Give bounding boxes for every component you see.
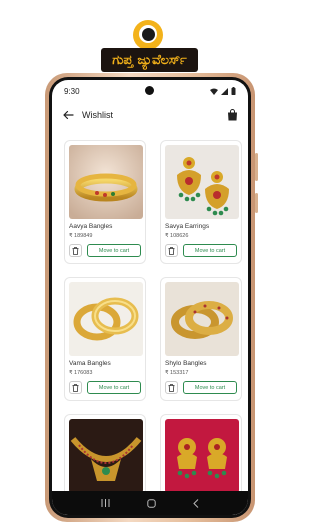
move-to-cart-button[interactable]: Move to cart: [87, 244, 141, 257]
product-name: Shylo Bangles: [165, 360, 207, 367]
volume-button: [255, 153, 258, 181]
trash-icon: [72, 246, 79, 255]
trash-icon: [72, 383, 79, 392]
wishlist-card[interactable]: Aavya Bangles ₹ 189849 Move to cart: [64, 140, 146, 264]
move-to-cart-button[interactable]: Move to cart: [183, 244, 237, 257]
recents-icon[interactable]: [101, 499, 110, 507]
remove-button[interactable]: [165, 244, 178, 257]
product-image[interactable]: [165, 419, 239, 493]
product-image[interactable]: [165, 282, 239, 356]
wifi-icon: [210, 88, 218, 95]
wishlist-card[interactable]: Vama Bangles ₹ 176083 Move to cart: [64, 277, 146, 401]
phone-mockup: 9:30 Wishlist Aavya Bangles ₹ 189849 Mov…: [45, 73, 258, 522]
product-image[interactable]: [69, 419, 143, 493]
wishlist-card[interactable]: Savya Earrings ₹ 108626 Move to cart: [160, 140, 242, 264]
home-icon[interactable]: [147, 498, 156, 508]
move-to-cart-button[interactable]: Move to cart: [183, 381, 237, 394]
product-price: ₹ 153317: [165, 370, 189, 376]
status-time: 9:30: [64, 86, 80, 96]
power-button: [255, 193, 258, 213]
product-name: Vama Bangles: [69, 360, 111, 367]
back-nav-icon[interactable]: [193, 498, 199, 508]
product-price: ₹ 189849: [69, 233, 93, 239]
product-image[interactable]: [165, 145, 239, 219]
trash-icon: [168, 246, 175, 255]
remove-button[interactable]: [69, 244, 82, 257]
product-price: ₹ 108626: [165, 233, 189, 239]
shopping-bag-icon[interactable]: [227, 109, 238, 121]
app-header: Wishlist: [52, 104, 248, 126]
screen-bezel: 9:30 Wishlist Aavya Bangles ₹ 189849 Mov…: [49, 77, 251, 518]
battery-icon: [231, 87, 236, 95]
front-camera: [145, 86, 154, 95]
product-name: Aavya Bangles: [69, 223, 113, 230]
product-image[interactable]: [69, 145, 143, 219]
logo-emblem-icon: [133, 20, 163, 50]
signal-icon: [221, 87, 228, 95]
brand-logo: ಗುಪ್ತ ಜ್ಯುವೆಲರ್ಸ್: [0, 10, 300, 72]
logo-text: ಗುಪ್ತ ಜ್ಯುವೆಲರ್ಸ್: [112, 52, 187, 68]
system-nav-bar: [52, 491, 248, 515]
remove-button[interactable]: [165, 381, 178, 394]
move-to-cart-button[interactable]: Move to cart: [87, 381, 141, 394]
product-price: ₹ 176083: [69, 370, 93, 376]
app-screen: 9:30 Wishlist Aavya Bangles ₹ 189849 Mov…: [52, 80, 248, 515]
trash-icon: [168, 383, 175, 392]
remove-button[interactable]: [69, 381, 82, 394]
page-title: Wishlist: [82, 110, 113, 120]
wishlist-card[interactable]: Shylo Bangles ₹ 153317 Move to cart: [160, 277, 242, 401]
product-image[interactable]: [69, 282, 143, 356]
product-name: Savya Earrings: [165, 223, 210, 230]
logo-banner: ಗುಪ್ತ ಜ್ಯುವೆಲರ್ಸ್: [101, 48, 198, 72]
back-arrow-icon[interactable]: [62, 109, 74, 121]
